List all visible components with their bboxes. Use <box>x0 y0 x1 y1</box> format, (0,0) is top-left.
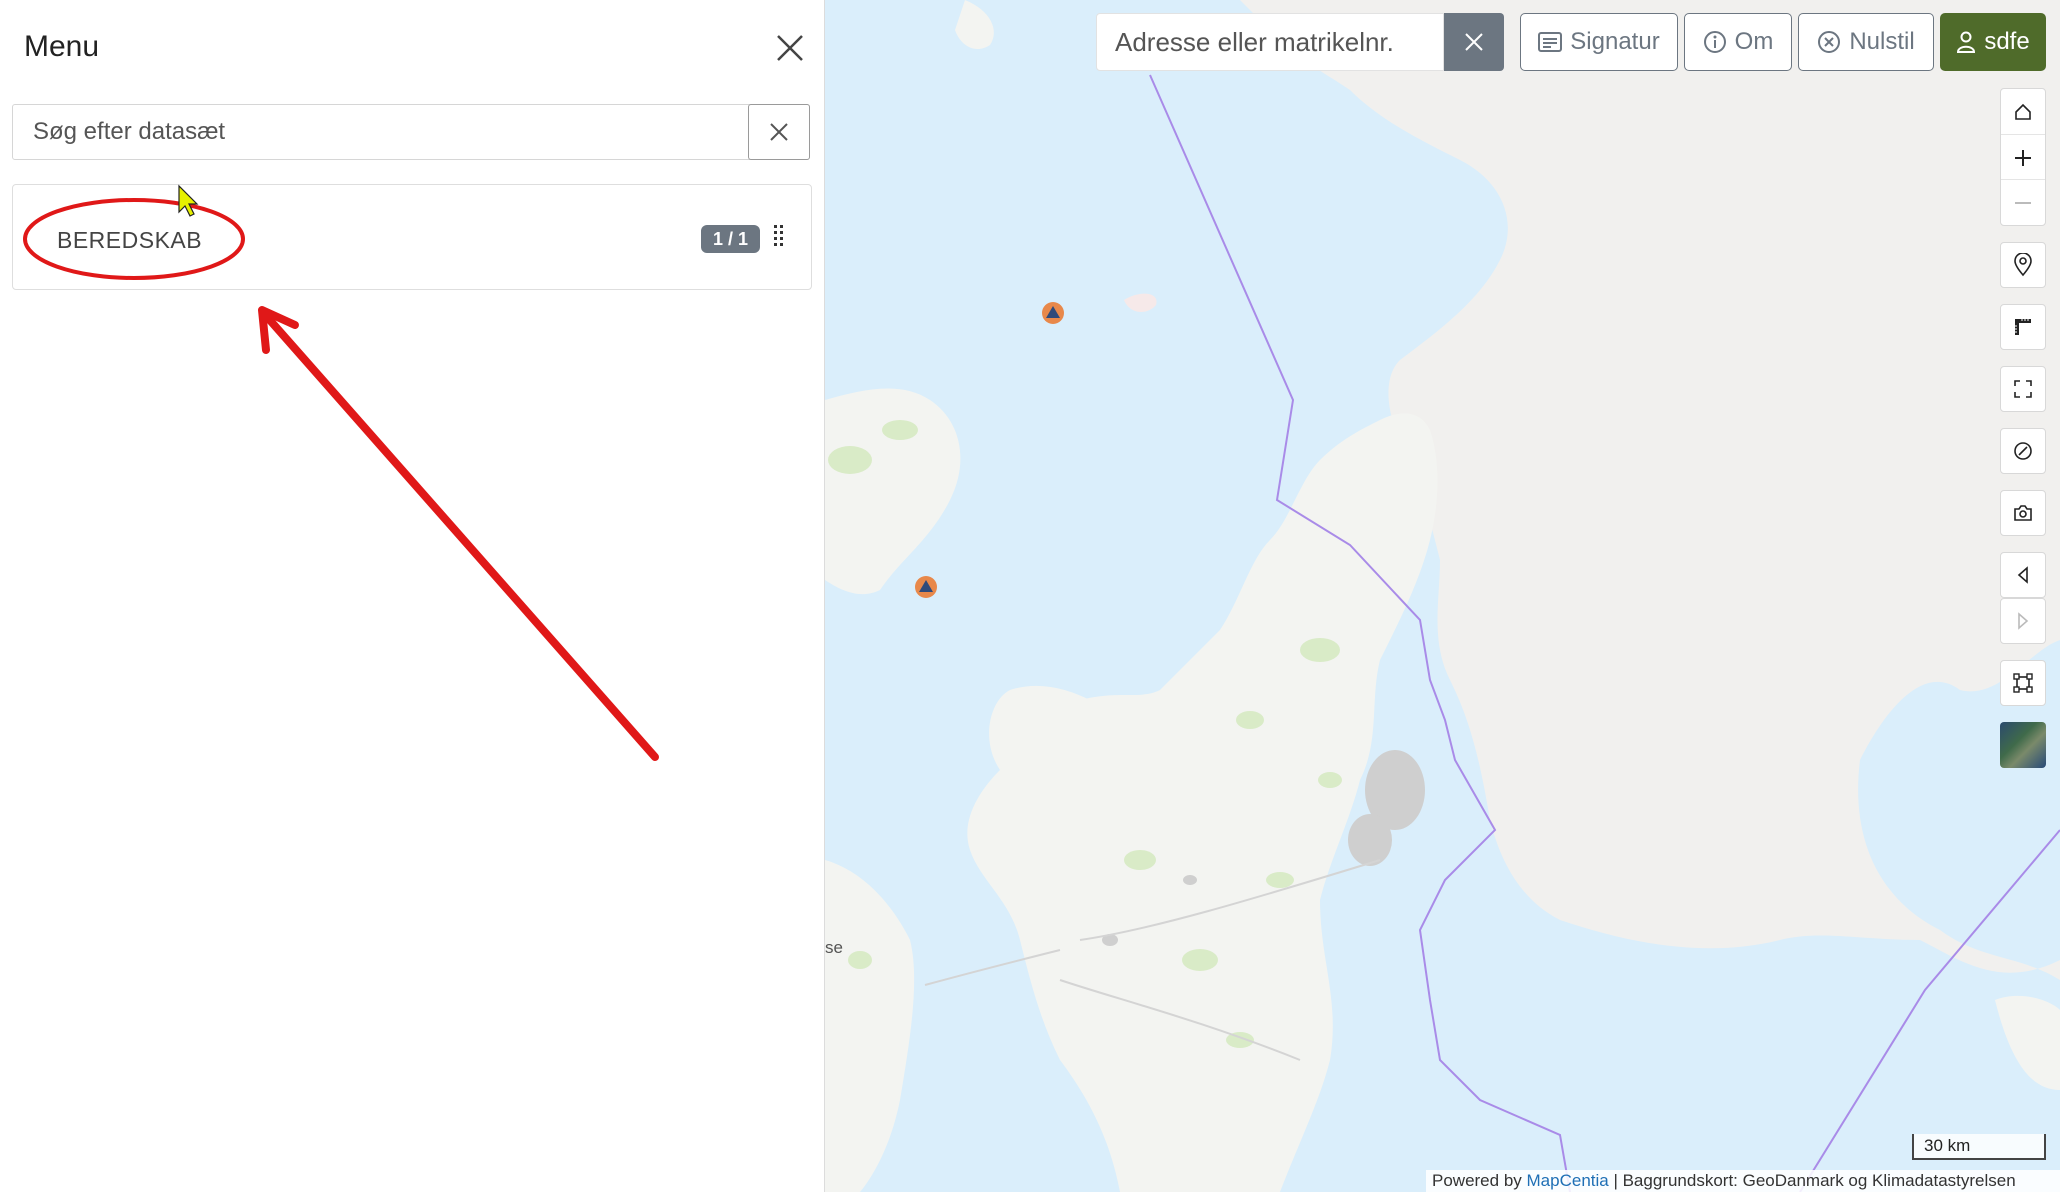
clear-button[interactable] <box>2000 428 2046 474</box>
map-place-label: se <box>825 938 843 957</box>
signatur-button[interactable]: Signatur <box>1520 13 1678 71</box>
map-canvas[interactable]: se <box>825 0 2060 1192</box>
home-button[interactable] <box>2001 89 2045 134</box>
dataset-search <box>12 104 810 160</box>
attribution-powered-by: Powered by <box>1432 1171 1522 1190</box>
fullscreen-icon <box>2014 380 2032 398</box>
om-button[interactable]: Om <box>1684 13 1792 71</box>
dataset-count-badge: 1 / 1 <box>701 225 761 253</box>
locate-button[interactable] <box>2000 242 2046 288</box>
dataset-search-input[interactable] <box>13 105 749 159</box>
zoom-controls <box>2000 88 2046 226</box>
history-forward-button[interactable] <box>2000 598 2046 644</box>
attribution-link[interactable]: MapCentia <box>1527 1171 1609 1190</box>
satellite-thumbnail[interactable] <box>2000 722 2046 768</box>
minus-icon <box>2015 201 2031 204</box>
close-icon <box>1465 33 1483 51</box>
menu-panel: Menu BEREDSKAB 1 / 1 <box>0 0 825 1192</box>
zoom-out-button[interactable] <box>2001 179 2045 225</box>
no-entry-icon <box>2014 442 2032 460</box>
address-clear-button[interactable] <box>1444 13 1504 71</box>
attribution-rest: | Baggrundskort: GeoDanmark og Klimadata… <box>1608 1171 2016 1190</box>
nulstil-label: Nulstil <box>1849 28 1915 55</box>
dataset-item[interactable]: BEREDSKAB 1 / 1 <box>12 184 812 290</box>
beredskab-marker-2[interactable] <box>915 576 937 598</box>
nulstil-button[interactable]: Nulstil <box>1798 13 1934 71</box>
map-background: se <box>825 0 2060 1192</box>
location-pin-icon <box>2014 253 2032 277</box>
close-icon <box>777 35 803 61</box>
info-icon <box>1703 31 1726 53</box>
camera-icon <box>2014 505 2032 521</box>
extent-icon <box>2013 673 2033 693</box>
measure-button[interactable] <box>2000 304 2046 350</box>
extent-button[interactable] <box>2000 660 2046 706</box>
home-icon <box>2015 103 2031 120</box>
x-circle-icon <box>1818 31 1841 53</box>
close-icon <box>770 123 788 141</box>
measure-icon <box>2015 319 2031 335</box>
signatur-label: Signatur <box>1570 28 1660 55</box>
user-label: sdfe <box>1984 28 2030 55</box>
zoom-in-button[interactable] <box>2001 134 2045 180</box>
user-button[interactable]: sdfe <box>1940 13 2046 71</box>
back-arrow-icon <box>2017 566 2028 584</box>
om-label: Om <box>1734 28 1774 55</box>
plus-icon <box>2015 149 2031 166</box>
dataset-label: BEREDSKAB <box>57 227 203 253</box>
menu-title: Menu <box>24 30 100 63</box>
attribution: Powered by MapCentia | Baggrundskort: Ge… <box>1426 1170 2060 1192</box>
history-back-button[interactable] <box>2000 552 2046 598</box>
dataset-search-clear-button[interactable] <box>748 104 810 160</box>
address-search-box[interactable] <box>1096 13 1444 71</box>
menu-close-button[interactable] <box>770 28 810 68</box>
drag-handle-icon[interactable] <box>773 223 785 251</box>
scale-bar: 30 km <box>1912 1134 2046 1160</box>
address-search-input[interactable] <box>1097 14 1443 70</box>
screenshot-button[interactable] <box>2000 490 2046 536</box>
beredskab-marker-1[interactable] <box>1042 302 1064 324</box>
person-icon <box>1957 31 1976 53</box>
forward-arrow-icon <box>2018 612 2029 630</box>
list-icon <box>1538 32 1563 52</box>
fullscreen-button[interactable] <box>2000 366 2046 412</box>
